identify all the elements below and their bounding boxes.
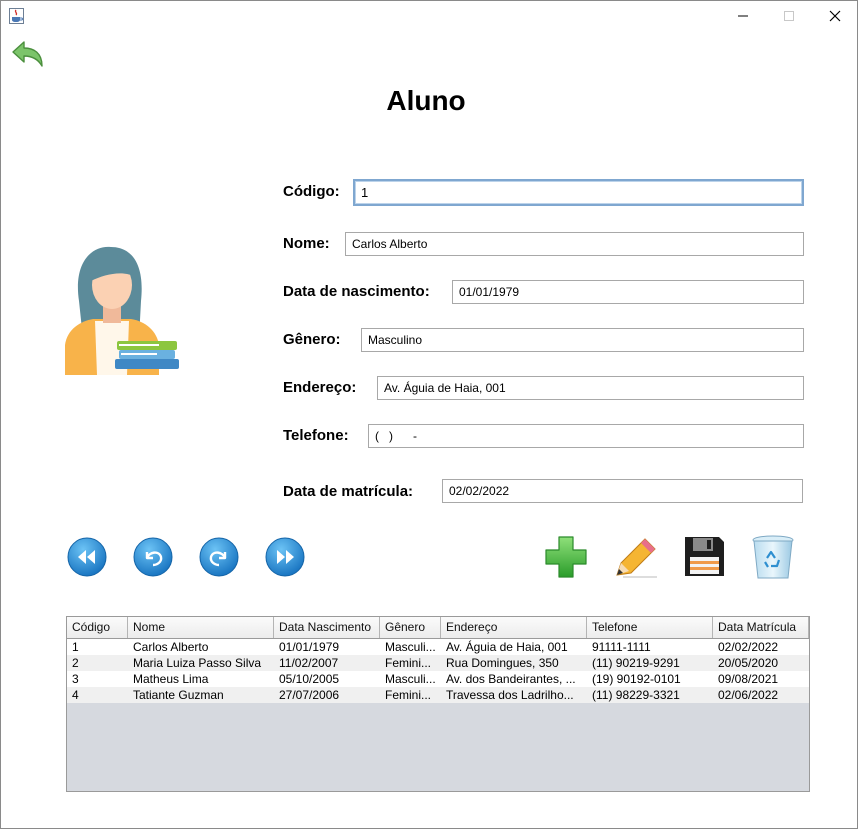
last-record-icon[interactable] xyxy=(265,537,305,577)
codigo-field[interactable] xyxy=(353,179,804,206)
column-header[interactable]: Telefone xyxy=(587,617,713,638)
table-cell: Tatiante Guzman xyxy=(133,688,224,702)
table-cell: Matheus Lima xyxy=(133,672,209,686)
matricula-field[interactable] xyxy=(442,479,803,503)
close-icon xyxy=(829,10,841,22)
table-row[interactable]: 3 Matheus Lima 05/10/2005 Masculi... Av.… xyxy=(67,671,809,687)
title-bar xyxy=(1,1,857,31)
back-arrow-icon[interactable] xyxy=(10,39,46,71)
column-header[interactable]: Endereço xyxy=(441,617,587,638)
table-cell: Masculi... xyxy=(385,640,436,654)
table-row[interactable]: 4 Tatiante Guzman 27/07/2006 Femini... T… xyxy=(67,687,809,703)
column-header[interactable]: Data Nascimento xyxy=(274,617,380,638)
delete-recycle-bin-icon[interactable] xyxy=(751,534,795,580)
next-record-icon[interactable] xyxy=(199,537,239,577)
table-cell: Rua Domingues, 350 xyxy=(446,656,559,670)
table-cell: 02/02/2022 xyxy=(718,640,779,654)
table-cell: Av. dos Bandeirantes, ... xyxy=(446,672,576,686)
table-cell: 27/07/2006 xyxy=(279,688,340,702)
table-cell: Carlos Alberto xyxy=(133,640,209,654)
table-cell: Femini... xyxy=(385,688,432,702)
table-cell: (19) 90192-0101 xyxy=(592,672,681,686)
table-cell: Femini... xyxy=(385,656,432,670)
java-coffee-icon xyxy=(9,8,24,24)
table-cell: 2 xyxy=(72,656,79,670)
edit-pencil-icon[interactable] xyxy=(613,535,659,579)
table-cell: 01/01/1979 xyxy=(279,640,340,654)
close-button[interactable] xyxy=(812,1,857,31)
table-header: Código Nome Data Nascimento Gênero Ender… xyxy=(67,617,809,639)
maximize-icon xyxy=(784,11,794,21)
endereco-field[interactable] xyxy=(377,376,804,400)
nascimento-field[interactable] xyxy=(452,280,804,304)
table-cell: 20/05/2020 xyxy=(718,656,779,670)
nascimento-label: Data de nascimento: xyxy=(283,283,430,300)
first-record-icon[interactable] xyxy=(67,537,107,577)
main-window: Aluno Código: Nome: Data de nascimento: … xyxy=(0,0,858,829)
save-floppy-icon[interactable] xyxy=(683,535,726,578)
previous-record-icon[interactable] xyxy=(133,537,173,577)
nome-label: Nome: xyxy=(283,235,330,252)
telefone-label: Telefone: xyxy=(283,427,349,444)
table-cell: (11) 90219-9291 xyxy=(592,656,680,670)
students-table[interactable]: Código Nome Data Nascimento Gênero Ender… xyxy=(66,616,810,792)
table-cell: 91111-1111 xyxy=(592,640,651,654)
column-header[interactable]: Gênero xyxy=(380,617,441,638)
table-cell: (11) 98229-3321 xyxy=(592,688,680,702)
table-cell: 02/06/2022 xyxy=(718,688,779,702)
student-avatar-icon xyxy=(65,246,179,375)
genero-label: Gênero: xyxy=(283,331,341,348)
table-cell: 11/02/2007 xyxy=(279,656,339,670)
table-cell: 1 xyxy=(72,640,79,654)
column-header[interactable]: Nome xyxy=(128,617,274,638)
page-title: Aluno xyxy=(386,85,466,116)
table-cell: 09/08/2021 xyxy=(718,672,779,686)
table-row[interactable]: 2 Maria Luiza Passo Silva 11/02/2007 Fem… xyxy=(67,655,809,671)
table-cell: Av. Águia de Haia, 001 xyxy=(446,640,568,654)
endereco-label: Endereço: xyxy=(283,379,357,396)
table-cell: 4 xyxy=(72,688,79,702)
matricula-label: Data de matrícula: xyxy=(283,483,414,500)
telefone-field[interactable] xyxy=(368,424,804,448)
table-cell: 3 xyxy=(72,672,79,686)
minimize-button[interactable] xyxy=(720,1,766,31)
table-cell: 05/10/2005 xyxy=(279,672,340,686)
nome-field[interactable] xyxy=(345,232,804,256)
add-icon[interactable] xyxy=(544,535,588,579)
table-cell: Masculi... xyxy=(385,672,436,686)
genero-field[interactable] xyxy=(361,328,804,352)
codigo-label: Código: xyxy=(283,183,340,200)
column-header[interactable]: Data Matrícula xyxy=(713,617,809,638)
table-cell: Travessa dos Ladrilho... xyxy=(446,688,574,702)
column-header[interactable]: Código xyxy=(67,617,128,638)
table-row[interactable]: 1 Carlos Alberto 01/01/1979 Masculi... A… xyxy=(67,639,809,655)
minimize-icon xyxy=(738,15,748,17)
table-cell: Maria Luiza Passo Silva xyxy=(133,656,262,670)
maximize-button[interactable] xyxy=(766,1,812,31)
